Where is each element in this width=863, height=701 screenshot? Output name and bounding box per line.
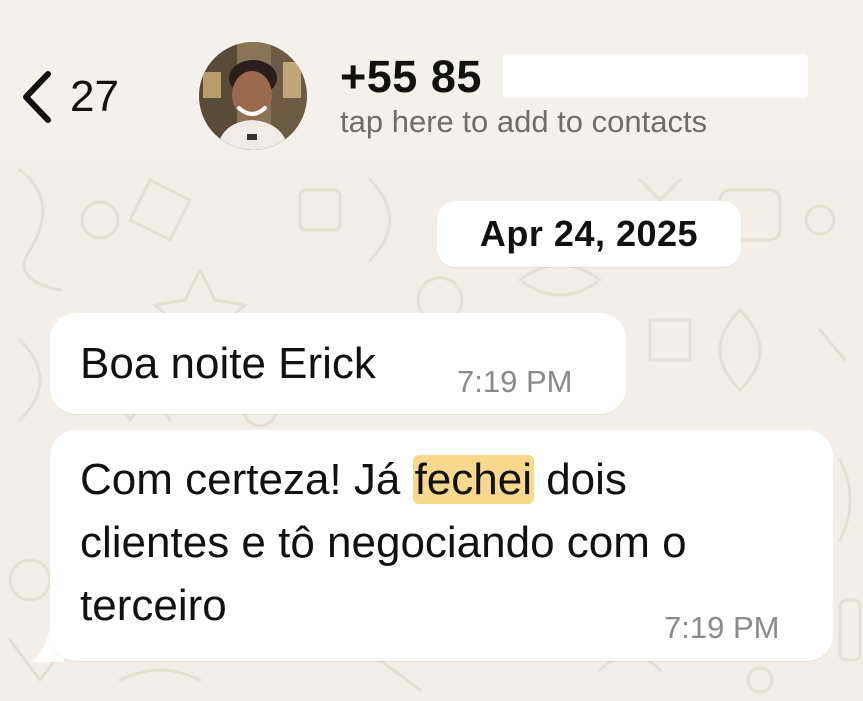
- message-time: 7:19 PM: [457, 364, 573, 399]
- add-to-contacts-hint[interactable]: tap here to add to contacts: [340, 106, 707, 137]
- message-text: Boa noite Erick: [80, 339, 376, 388]
- avatar-photo-icon: [199, 42, 307, 150]
- contact-avatar[interactable]: [199, 42, 307, 150]
- message-time: 7:19 PM: [664, 610, 780, 645]
- contact-phone-number[interactable]: +55 85: [340, 54, 482, 99]
- chevron-left-icon: [23, 71, 51, 123]
- phone-redaction: [503, 54, 808, 98]
- back-unread-count: 27: [70, 72, 119, 121]
- message-text-segment: terceiro: [80, 581, 227, 630]
- chat-header: 27 +55 85 tap here to add to contacts: [0, 0, 863, 160]
- date-separator: Apr 24, 2025: [437, 201, 741, 267]
- message-text-segment: Com certeza! Já: [80, 455, 413, 504]
- message-text: Com certeza! Já fechei dois clientes e t…: [80, 448, 820, 637]
- message-text-segment: dois: [533, 455, 627, 504]
- message-text-segment: clientes e tô negociando com o: [80, 518, 687, 567]
- back-button[interactable]: 27: [18, 62, 158, 132]
- search-highlight: fechei: [412, 455, 534, 504]
